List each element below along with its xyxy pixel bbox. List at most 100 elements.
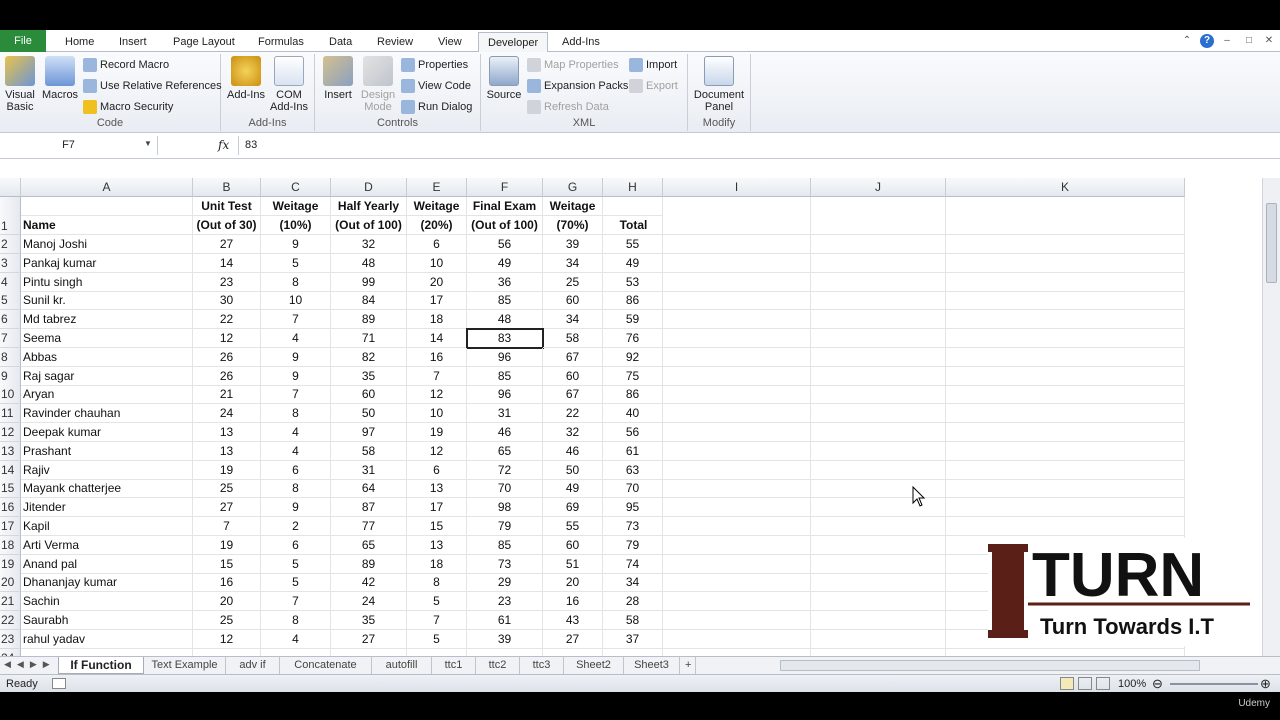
empty-cell[interactable] <box>811 648 946 656</box>
value-cell[interactable]: 75 <box>603 366 663 386</box>
value-cell[interactable]: 13 <box>193 441 261 461</box>
tab-data[interactable]: Data <box>320 32 361 52</box>
value-cell[interactable]: 13 <box>407 535 467 555</box>
sheet-tab[interactable]: autofill <box>372 657 432 674</box>
empty-cell[interactable] <box>663 573 811 593</box>
value-cell[interactable]: 51 <box>543 554 603 574</box>
empty-cell[interactable] <box>946 366 1185 386</box>
column-header-c[interactable]: C <box>261 178 331 197</box>
value-cell[interactable]: 42 <box>331 573 407 593</box>
value-cell[interactable]: 25 <box>193 479 261 499</box>
tab-home[interactable]: Home <box>56 32 103 52</box>
expansion-packs-button[interactable]: Expansion Packs <box>527 77 628 95</box>
empty-cell[interactable] <box>663 253 811 273</box>
empty-cell[interactable] <box>811 235 946 254</box>
value-cell[interactable]: 6 <box>261 460 331 480</box>
tab-file[interactable]: File <box>0 30 46 52</box>
empty-cell[interactable] <box>663 460 811 480</box>
value-cell[interactable]: 6 <box>407 235 467 254</box>
value-cell[interactable]: 95 <box>603 498 663 518</box>
value-cell[interactable]: 20 <box>543 573 603 593</box>
empty-cell[interactable] <box>946 272 1185 292</box>
value-cell[interactable]: 73 <box>603 517 663 536</box>
page-break-view-icon[interactable] <box>1096 677 1110 690</box>
value-cell[interactable]: 20 <box>407 272 467 292</box>
insert-control-button[interactable]: Insert <box>320 56 356 101</box>
empty-cell[interactable] <box>811 291 946 311</box>
value-cell[interactable]: 98 <box>467 498 543 518</box>
tab-page-layout[interactable]: Page Layout <box>164 32 244 52</box>
value-cell[interactable]: 59 <box>603 310 663 330</box>
value-cell[interactable]: 63 <box>603 460 663 480</box>
value-cell[interactable]: 34 <box>543 253 603 273</box>
value-cell[interactable]: 16 <box>543 592 603 612</box>
value-cell[interactable] <box>603 648 663 656</box>
empty-cell[interactable] <box>663 479 811 499</box>
value-cell[interactable]: 85 <box>467 291 543 311</box>
name-cell[interactable]: Pintu singh <box>21 272 193 292</box>
value-cell[interactable]: 5 <box>261 573 331 593</box>
empty-cell[interactable] <box>946 310 1185 330</box>
value-cell[interactable]: 32 <box>331 235 407 254</box>
value-cell[interactable]: 46 <box>543 441 603 461</box>
fx-icon[interactable]: fx <box>218 138 229 152</box>
value-cell[interactable]: 58 <box>543 329 603 348</box>
empty-cell[interactable] <box>811 611 946 630</box>
value-cell[interactable]: 77 <box>331 517 407 536</box>
empty-cell[interactable] <box>811 441 946 461</box>
name-cell[interactable]: Saurabh <box>21 611 193 630</box>
tab-insert[interactable]: Insert <box>110 32 156 52</box>
value-cell[interactable]: 85 <box>467 366 543 386</box>
value-cell[interactable]: 60 <box>543 291 603 311</box>
empty-cell[interactable] <box>946 235 1185 254</box>
value-cell[interactable]: 22 <box>193 310 261 330</box>
row-header-7[interactable]: 7 <box>0 329 21 348</box>
zoom-level[interactable]: 100% <box>1118 675 1146 692</box>
empty-cell[interactable] <box>663 366 811 386</box>
value-cell[interactable]: 9 <box>261 498 331 518</box>
tab-review[interactable]: Review <box>368 32 422 52</box>
value-cell[interactable]: 26 <box>193 366 261 386</box>
value-cell[interactable]: 7 <box>261 592 331 612</box>
empty-cell[interactable] <box>946 648 1185 656</box>
value-cell[interactable]: 8 <box>261 479 331 499</box>
empty-cell[interactable] <box>663 235 811 254</box>
sheet-tab[interactable]: If Function <box>58 657 144 674</box>
value-cell[interactable]: 15 <box>407 517 467 536</box>
com-addins-button[interactable]: COM Add-Ins <box>269 56 309 113</box>
empty-cell[interactable] <box>811 423 946 442</box>
empty-cell[interactable] <box>811 366 946 386</box>
value-cell[interactable]: 20 <box>193 592 261 612</box>
value-cell[interactable]: 58 <box>331 441 407 461</box>
value-cell[interactable]: 79 <box>603 535 663 555</box>
document-panel-button[interactable]: Document Panel <box>691 56 747 113</box>
value-cell[interactable]: 84 <box>331 291 407 311</box>
value-cell[interactable]: 12 <box>407 441 467 461</box>
row-header-24[interactable]: 24 <box>0 648 21 656</box>
value-cell[interactable]: 22 <box>543 404 603 424</box>
empty-cell[interactable] <box>663 310 811 330</box>
value-cell[interactable]: 25 <box>543 272 603 292</box>
macros-button[interactable]: Macros <box>42 56 78 101</box>
name-cell[interactable]: Deepak kumar <box>21 423 193 442</box>
value-cell[interactable]: 9 <box>261 347 331 367</box>
empty-cell[interactable] <box>663 498 811 518</box>
column-header-g[interactable]: G <box>543 178 603 197</box>
value-cell[interactable]: 4 <box>261 423 331 442</box>
empty-cell[interactable] <box>663 535 811 555</box>
empty-cell[interactable] <box>811 629 946 649</box>
value-cell[interactable]: 49 <box>467 253 543 273</box>
name-cell[interactable]: Prashant <box>21 441 193 461</box>
import-button[interactable]: Import <box>629 56 677 74</box>
window-close-icon[interactable]: ✕ <box>1262 34 1276 48</box>
zoom-out-icon[interactable]: ⊖ <box>1152 675 1163 692</box>
normal-view-icon[interactable] <box>1060 677 1074 690</box>
empty-cell[interactable] <box>811 535 946 555</box>
value-cell[interactable]: 23 <box>467 592 543 612</box>
value-cell[interactable]: 56 <box>603 423 663 442</box>
empty-cell[interactable] <box>663 441 811 461</box>
value-cell[interactable]: 9 <box>261 366 331 386</box>
value-cell[interactable]: 6 <box>407 460 467 480</box>
value-cell[interactable]: 82 <box>331 347 407 367</box>
empty-cell[interactable] <box>663 404 811 424</box>
